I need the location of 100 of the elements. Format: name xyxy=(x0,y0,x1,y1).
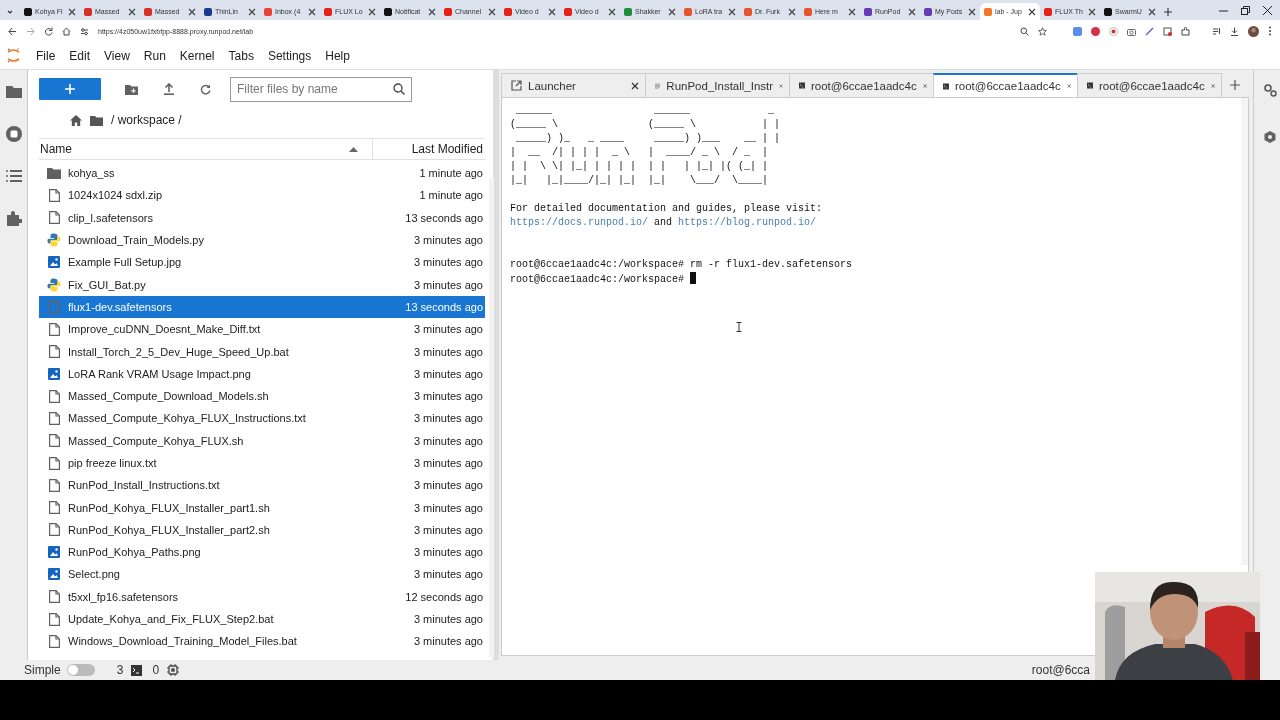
file-icon xyxy=(48,345,60,358)
scrollbar[interactable] xyxy=(1241,98,1248,565)
menu-item[interactable]: Help xyxy=(318,42,357,69)
folder-icon[interactable] xyxy=(90,114,103,126)
file-row[interactable]: Example Full Setup.jpg 3 minutes ago xyxy=(39,251,485,274)
zoom-icon[interactable] xyxy=(1020,26,1029,36)
close-icon[interactable] xyxy=(428,7,436,16)
close-icon[interactable] xyxy=(608,7,616,16)
restore-icon[interactable] xyxy=(1241,6,1250,15)
close-icon[interactable] xyxy=(631,81,639,90)
terminal-name[interactable]: root@6cca xyxy=(1031,663,1090,677)
column-header[interactable]: Name xyxy=(39,142,72,156)
file-row[interactable]: RunPod_Install_Instructions.txt 3 minutes ago xyxy=(39,474,485,497)
simple-mode-toggle[interactable] xyxy=(66,664,95,676)
close-icon[interactable] xyxy=(1148,7,1156,16)
file-row[interactable]: Select.png 3 minutes ago xyxy=(39,563,485,586)
stop-circle-icon[interactable] xyxy=(5,126,22,142)
close-icon[interactable] xyxy=(1088,7,1096,16)
home-icon[interactable] xyxy=(70,114,82,126)
close-icon[interactable] xyxy=(368,7,376,16)
folder-icon[interactable] xyxy=(5,84,22,98)
close-icon[interactable] xyxy=(728,7,736,16)
upload-icon[interactable] xyxy=(163,83,174,95)
close-icon[interactable] xyxy=(548,7,556,16)
close-icon[interactable] xyxy=(128,7,136,16)
record-icon[interactable] xyxy=(1109,26,1118,36)
modified-time: 3 minutes ago xyxy=(413,613,484,626)
file-icon xyxy=(48,434,60,448)
file-row[interactable]: RunPod_Kohya_FLUX_Installer_part2.sh 3 minutes ago xyxy=(39,518,485,542)
menu-item[interactable]: File xyxy=(29,42,63,69)
terminal-link[interactable]: https://blog.runpod.io/ xyxy=(678,217,817,228)
close-icon[interactable] xyxy=(488,7,496,16)
list-icon[interactable] xyxy=(5,170,22,182)
terminal-cursor xyxy=(690,272,697,284)
ascii-banner-line: | __ /| | | | _ \ | ____/ _ \ / _ | xyxy=(510,146,770,160)
close-icon[interactable] xyxy=(188,7,196,16)
launch-icon xyxy=(511,80,522,91)
file-row[interactable]: Massed_Compute_Kohya_FLUX_Instructions.txt 3 minutes ago xyxy=(39,407,485,430)
star-icon[interactable] xyxy=(1038,26,1047,36)
new-folder-icon[interactable] xyxy=(125,83,138,95)
close-icon[interactable] xyxy=(908,7,916,16)
back-icon[interactable] xyxy=(8,26,17,36)
more-menu-icon[interactable] xyxy=(1268,26,1272,36)
reload-icon[interactable] xyxy=(44,26,53,36)
pen-icon[interactable] xyxy=(1145,26,1154,36)
breadcrumb-path[interactable]: / workspace / xyxy=(111,113,182,127)
file-row[interactable]: Windows_Download_Training_Model_Files.bat 3 minutes ago xyxy=(39,630,485,653)
close-icon[interactable] xyxy=(848,7,856,16)
file-row[interactable]: RunPod_Kohya_FLUX_Installer_part1.sh 3 minutes ago xyxy=(39,496,485,519)
media-icon[interactable] xyxy=(1212,26,1221,36)
file-row[interactable]: Update_Kohya_and_Fix_FLUX_Step2.bat 3 minutes ago xyxy=(39,607,485,631)
file-row[interactable]: RunPod_Kohya_Paths.png 3 minutes ago xyxy=(39,541,485,564)
close-icon[interactable] xyxy=(668,7,676,16)
close-icon[interactable] xyxy=(788,7,796,16)
close-icon[interactable] xyxy=(308,7,316,16)
file-row[interactable]: Install_Torch_2_5_Dev_Huge_Speed_Up.bat 3 minutes ago xyxy=(39,340,485,363)
file-row[interactable]: flux1-dev.safetensors 13 seconds ago xyxy=(39,295,485,319)
menu-item[interactable]: Settings xyxy=(260,42,319,69)
file-row[interactable]: Massed_Compute_Download_Models.sh 3 minutes ago xyxy=(39,384,485,408)
refresh-icon[interactable] xyxy=(200,83,211,95)
file-row[interactable]: pip freeze linux.txt 3 minutes ago xyxy=(39,451,485,475)
scrollbar[interactable] xyxy=(489,178,494,658)
camera-icon[interactable] xyxy=(1127,26,1136,36)
file-row[interactable]: t5xxl_fp16.safetensors 12 seconds ago xyxy=(39,585,485,608)
extension-icon[interactable] xyxy=(1163,26,1172,36)
file-name: Download_Train_Models.py xyxy=(68,234,205,247)
download-icon[interactable] xyxy=(1230,26,1239,36)
close-icon[interactable] xyxy=(248,7,256,16)
file-row[interactable]: Fix_GUI_Bat.py 3 minutes ago xyxy=(39,273,485,296)
menu-item[interactable]: Kernel xyxy=(172,42,222,69)
add-tab-icon[interactable] xyxy=(1230,80,1240,90)
close-icon[interactable] xyxy=(1263,6,1272,15)
close-icon[interactable] xyxy=(68,7,76,16)
home-icon[interactable] xyxy=(62,26,71,36)
menu-item[interactable]: Tabs xyxy=(221,42,261,69)
site-info-icon[interactable] xyxy=(80,26,89,36)
search-icon[interactable] xyxy=(393,82,405,95)
file-row[interactable]: Download_Train_Models.py 3 minutes ago xyxy=(39,228,485,252)
modified-time: 13 seconds ago xyxy=(405,211,484,224)
close-icon[interactable] xyxy=(1028,7,1036,16)
column-header[interactable]: Last Modified xyxy=(411,142,483,156)
document-tab[interactable]: root@6ccae1aadc4c xyxy=(933,73,1078,97)
document-tab[interactable]: root@6ccae1aadc4c xyxy=(1077,73,1222,97)
new-tab-icon[interactable] xyxy=(1164,7,1172,16)
search-field[interactable]: Filter files by name xyxy=(230,76,412,102)
close-icon[interactable] xyxy=(968,7,976,16)
file-row[interactable]: LoRA Rank VRAM Usage Impact.png 3 minutes ago xyxy=(39,362,485,385)
document-tab[interactable]: Launcher xyxy=(501,73,646,97)
menu-item[interactable]: Edit xyxy=(62,42,98,69)
file-row[interactable]: Improve_cuDNN_Doesnt_Make_Diff.txt 3 minutes ago xyxy=(39,318,485,341)
modified-time: 3 minutes ago xyxy=(413,457,484,469)
file-row[interactable]: clip_l.safetensors 13 seconds ago xyxy=(39,206,485,229)
menu-item[interactable]: View xyxy=(97,42,137,69)
file-row[interactable]: 1024x1024 sdxl.zip 1 minute ago xyxy=(39,184,485,207)
file-row[interactable]: kohya_ss 1 minute ago xyxy=(39,162,485,185)
new-launcher-button[interactable] xyxy=(39,78,101,100)
terminal-link[interactable]: https://docs.runpod.io/ xyxy=(510,217,649,228)
menu-item[interactable]: Run xyxy=(136,42,173,69)
profile-avatar-icon[interactable] xyxy=(1248,25,1259,37)
file-row[interactable]: Massed_Compute_Kohya_FLUX.sh 3 minutes ago xyxy=(39,429,485,452)
